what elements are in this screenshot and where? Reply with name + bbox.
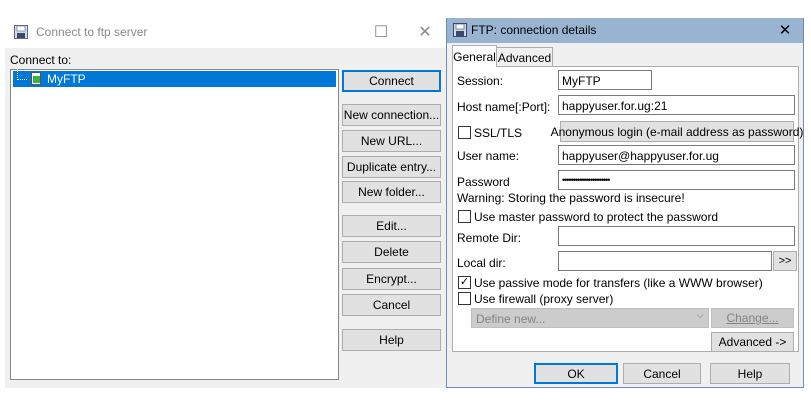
ok-button[interactable]: OK bbox=[534, 363, 618, 384]
connect-window-titlebar[interactable]: Connect to ftp server ☐ ✕ bbox=[5, 18, 446, 48]
floppy-icon bbox=[453, 23, 467, 40]
new-connection-button[interactable]: New connection... bbox=[342, 104, 441, 126]
close-icon[interactable]: ✕ bbox=[402, 18, 448, 48]
host-input[interactable]: happyuser.for.ug:21 bbox=[558, 95, 795, 115]
duplicate-entry-button[interactable]: Duplicate entry... bbox=[342, 156, 441, 178]
session-label: Session: bbox=[457, 74, 504, 88]
tab-general[interactable]: General bbox=[452, 45, 497, 67]
tree-item-label: MyFTP bbox=[47, 72, 86, 86]
browse-button[interactable]: >> bbox=[773, 251, 797, 271]
details-window: FTP: connection details ✕ General Advanc… bbox=[446, 18, 804, 388]
tree-line-icon bbox=[17, 69, 27, 80]
password-label: Password bbox=[457, 175, 510, 189]
checkmark-icon: ✓ bbox=[459, 276, 470, 288]
firewall-checkbox[interactable] bbox=[458, 292, 471, 305]
remote-dir-input[interactable] bbox=[558, 226, 795, 246]
details-window-title: FTP: connection details bbox=[471, 23, 597, 37]
connect-to-label: Connect to: bbox=[10, 53, 72, 67]
local-dir-input[interactable] bbox=[558, 251, 772, 271]
firewall-select[interactable]: Define new... ⌵ bbox=[471, 308, 709, 328]
delete-button[interactable]: Delete bbox=[342, 241, 441, 263]
tree-item[interactable]: MyFTP bbox=[13, 69, 336, 89]
firewall-select-value: Define new... bbox=[476, 312, 546, 326]
anonymous-login-button[interactable]: Anonymous login (e-mail address as passw… bbox=[551, 121, 803, 142]
connection-tree[interactable]: MyFTP bbox=[10, 69, 339, 380]
firewall-label: Use firewall (proxy server) bbox=[474, 292, 614, 306]
ssl-label: SSL/TLS bbox=[474, 126, 523, 140]
new-folder-button[interactable]: New folder... bbox=[342, 181, 441, 203]
remote-dir-label: Remote Dir: bbox=[457, 231, 522, 245]
user-name-input[interactable]: happyuser@happyuser.for.ug bbox=[558, 145, 795, 165]
details-help-button[interactable]: Help bbox=[710, 363, 790, 384]
details-window-titlebar[interactable]: FTP: connection details ✕ bbox=[447, 18, 803, 43]
ssl-checkbox[interactable] bbox=[458, 126, 471, 139]
passive-mode-label: Use passive mode for transfers (like a W… bbox=[474, 276, 763, 290]
master-password-label: Use master password to protect the passw… bbox=[474, 210, 719, 224]
new-url-button[interactable]: New URL... bbox=[342, 130, 441, 152]
connect-window-title: Connect to ftp server bbox=[36, 25, 148, 39]
maximize-icon[interactable]: ☐ bbox=[358, 18, 404, 48]
chevron-down-icon: ⌵ bbox=[696, 310, 704, 321]
user-name-label: User name: bbox=[457, 149, 520, 163]
change-button[interactable]: Change... bbox=[711, 308, 794, 328]
close-icon[interactable]: ✕ bbox=[767, 18, 803, 43]
tab-advanced[interactable]: Advanced bbox=[497, 47, 553, 67]
advanced-button[interactable]: Advanced -> bbox=[711, 332, 794, 352]
encrypt-button[interactable]: Encrypt... bbox=[342, 268, 441, 290]
edit-button[interactable]: Edit... bbox=[342, 215, 441, 237]
host-label: Host name[:Port]: bbox=[457, 100, 551, 114]
cancel-button[interactable]: Cancel bbox=[342, 294, 441, 316]
password-warning: Warning: Storing the password is insecur… bbox=[457, 191, 685, 205]
details-cancel-button[interactable]: Cancel bbox=[623, 363, 701, 384]
floppy-icon bbox=[14, 25, 28, 42]
ftp-server-icon bbox=[31, 72, 43, 89]
password-input[interactable]: •••••••••••••••••••••• bbox=[558, 170, 795, 190]
master-password-checkbox[interactable] bbox=[458, 210, 471, 223]
passive-mode-checkbox[interactable]: ✓ bbox=[458, 276, 471, 289]
connect-button[interactable]: Connect bbox=[342, 70, 441, 92]
general-tab-panel: Session: MyFTP Host name[:Port]: happyus… bbox=[452, 66, 803, 352]
session-input[interactable]: MyFTP bbox=[558, 70, 652, 90]
connect-window: Connect to ftp server ☐ ✕ Connect to: My… bbox=[5, 18, 446, 388]
help-button[interactable]: Help bbox=[342, 329, 441, 351]
local-dir-label: Local dir: bbox=[457, 256, 506, 270]
